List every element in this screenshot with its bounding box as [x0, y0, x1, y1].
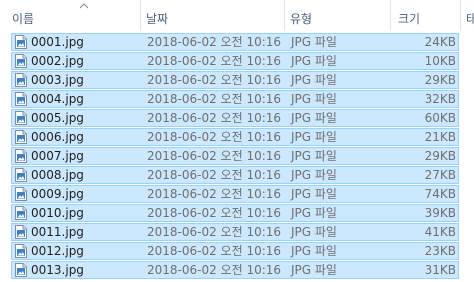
file-type: JPG 파일 [291, 149, 337, 163]
column-header-size-label: 크기 [398, 12, 421, 26]
file-size: 29KB [424, 149, 456, 163]
file-size: 27KB [424, 168, 456, 182]
file-row[interactable]: 0010.jpg 2018-06-02 오전 10:16 JPG 파일 39KB [11, 204, 459, 222]
column-divider[interactable] [390, 0, 391, 31]
file-name: 0005.jpg [31, 111, 84, 125]
image-file-icon [15, 54, 27, 68]
image-file-icon [15, 168, 27, 182]
file-date: 2018-06-02 오전 10:16 [147, 54, 282, 68]
file-row[interactable]: 0002.jpg 2018-06-02 오전 10:16 JPG 파일 10KB [11, 52, 459, 70]
column-header-type[interactable]: 유형 [290, 0, 388, 31]
file-date: 2018-06-02 오전 10:16 [147, 206, 282, 220]
image-file-icon [15, 130, 27, 144]
file-name: 0011.jpg [31, 225, 84, 239]
file-name: 0006.jpg [31, 130, 84, 144]
column-divider[interactable] [140, 0, 141, 31]
image-file-icon [15, 92, 27, 106]
image-file-icon [15, 244, 27, 258]
file-name: 0002.jpg [31, 54, 84, 68]
file-name: 0004.jpg [31, 92, 84, 106]
image-file-icon [15, 263, 27, 277]
file-size: 29KB [424, 73, 456, 87]
file-size: 10KB [424, 54, 456, 68]
file-date: 2018-06-02 오전 10:16 [147, 149, 282, 163]
image-file-icon [15, 111, 27, 125]
column-header-name[interactable]: 이름 [12, 0, 140, 31]
file-type: JPG 파일 [291, 92, 337, 106]
column-header-date[interactable]: 날짜 [146, 0, 284, 31]
file-size: 31KB [424, 263, 456, 277]
image-file-icon [15, 225, 27, 239]
file-size: 32KB [424, 92, 456, 106]
file-row[interactable]: 0001.jpg 2018-06-02 오전 10:16 JPG 파일 24KB [11, 33, 459, 51]
file-type: JPG 파일 [291, 263, 337, 277]
file-name: 0007.jpg [31, 149, 84, 163]
file-size: 24KB [424, 35, 456, 49]
column-header-type-label: 유형 [290, 12, 313, 26]
file-date: 2018-06-02 오전 10:16 [147, 244, 282, 258]
column-header-name-label: 이름 [12, 12, 35, 26]
right-edge [464, 31, 474, 282]
file-type: JPG 파일 [291, 73, 337, 87]
file-size: 60KB [424, 111, 456, 125]
file-name: 0013.jpg [31, 263, 84, 277]
column-divider[interactable] [460, 0, 461, 31]
file-date: 2018-06-02 오전 10:16 [147, 168, 282, 182]
file-row[interactable]: 0013.jpg 2018-06-02 오전 10:16 JPG 파일 31KB [11, 261, 459, 279]
file-list-window: 이름 날짜 유형 크기 태 0001.jpg 2018-06-02 오전 10:… [0, 0, 474, 282]
column-header-size[interactable]: 크기 [398, 0, 456, 31]
column-header-extra[interactable]: 태 [466, 0, 474, 31]
file-name: 0009.jpg [31, 187, 84, 201]
file-size: 21KB [424, 130, 456, 144]
file-type: JPG 파일 [291, 111, 337, 125]
file-row[interactable]: 0003.jpg 2018-06-02 오전 10:16 JPG 파일 29KB [11, 71, 459, 89]
file-date: 2018-06-02 오전 10:16 [147, 111, 282, 125]
file-size: 39KB [424, 206, 456, 220]
file-date: 2018-06-02 오전 10:16 [147, 35, 282, 49]
file-date: 2018-06-02 오전 10:16 [147, 73, 282, 87]
file-name: 0010.jpg [31, 206, 84, 220]
column-divider[interactable] [284, 0, 285, 31]
image-file-icon [15, 149, 27, 163]
file-row[interactable]: 0004.jpg 2018-06-02 오전 10:16 JPG 파일 32KB [11, 90, 459, 108]
file-row[interactable]: 0011.jpg 2018-06-02 오전 10:16 JPG 파일 41KB [11, 223, 459, 241]
file-date: 2018-06-02 오전 10:16 [147, 263, 282, 277]
file-name: 0008.jpg [31, 168, 84, 182]
column-header-date-label: 날짜 [146, 12, 169, 26]
file-name: 0012.jpg [31, 244, 84, 258]
image-file-icon [15, 35, 27, 49]
file-type: JPG 파일 [291, 35, 337, 49]
file-type: JPG 파일 [291, 187, 337, 201]
column-header-extra-label: 태 [466, 12, 474, 26]
chevron-up-icon [79, 3, 89, 9]
image-file-icon [15, 187, 27, 201]
file-row[interactable]: 0008.jpg 2018-06-02 오전 10:16 JPG 파일 27KB [11, 166, 459, 184]
file-row[interactable]: 0009.jpg 2018-06-02 오전 10:16 JPG 파일 74KB [11, 185, 459, 203]
file-type: JPG 파일 [291, 225, 337, 239]
file-type: JPG 파일 [291, 244, 337, 258]
file-type: JPG 파일 [291, 206, 337, 220]
file-row[interactable]: 0007.jpg 2018-06-02 오전 10:16 JPG 파일 29KB [11, 147, 459, 165]
file-type: JPG 파일 [291, 54, 337, 68]
file-date: 2018-06-02 오전 10:16 [147, 225, 282, 239]
file-size: 41KB [424, 225, 456, 239]
file-size: 74KB [424, 187, 456, 201]
image-file-icon [15, 206, 27, 220]
file-name: 0003.jpg [31, 73, 84, 87]
file-list: 0001.jpg 2018-06-02 오전 10:16 JPG 파일 24KB… [11, 33, 459, 280]
file-date: 2018-06-02 오전 10:16 [147, 92, 282, 106]
file-date: 2018-06-02 오전 10:16 [147, 187, 282, 201]
file-row[interactable]: 0006.jpg 2018-06-02 오전 10:16 JPG 파일 21KB [11, 128, 459, 146]
file-date: 2018-06-02 오전 10:16 [147, 130, 282, 144]
file-type: JPG 파일 [291, 168, 337, 182]
image-file-icon [15, 73, 27, 87]
file-name: 0001.jpg [31, 35, 84, 49]
file-row[interactable]: 0005.jpg 2018-06-02 오전 10:16 JPG 파일 60KB [11, 109, 459, 127]
file-type: JPG 파일 [291, 130, 337, 144]
file-row[interactable]: 0012.jpg 2018-06-02 오전 10:16 JPG 파일 23KB [11, 242, 459, 260]
file-size: 23KB [424, 244, 456, 258]
column-header-bar: 이름 날짜 유형 크기 태 [0, 0, 474, 31]
